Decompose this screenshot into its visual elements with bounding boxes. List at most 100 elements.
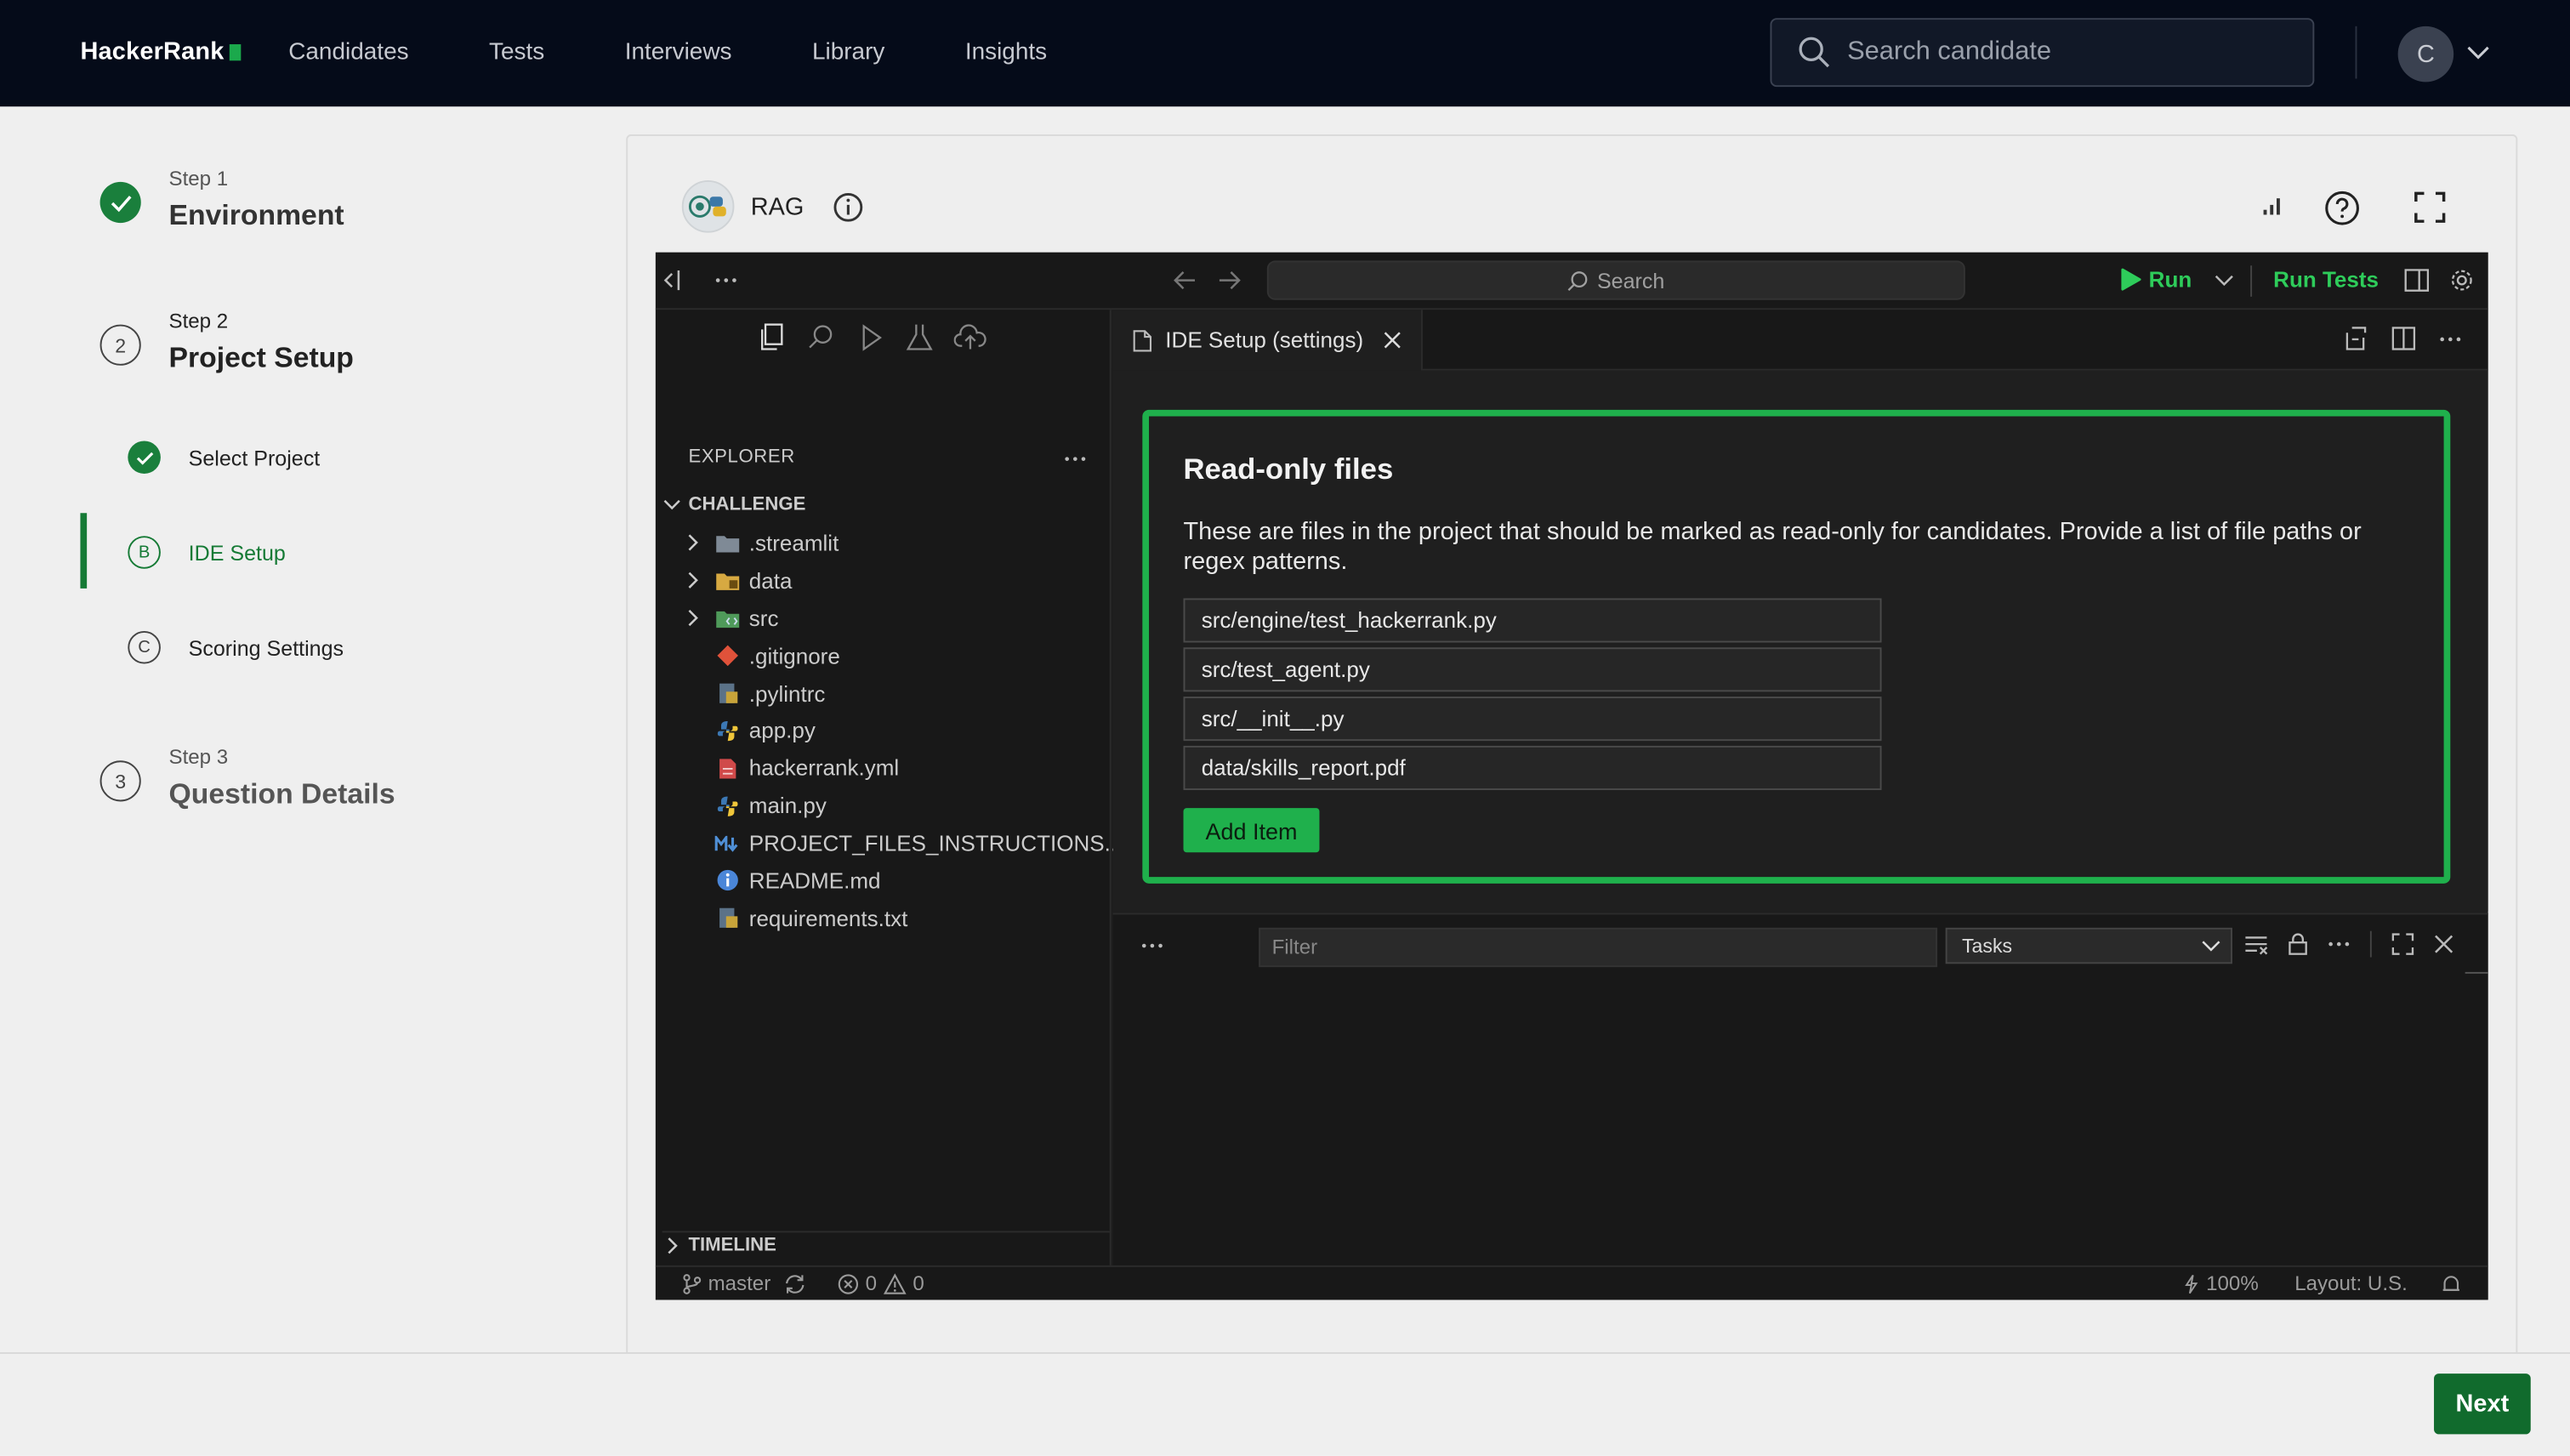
- folder-src-icon: [714, 607, 741, 630]
- card-header: RAG: [681, 180, 863, 233]
- tree-item-gitignore[interactable]: .gitignore: [656, 637, 1112, 674]
- readonly-description: These are files in the project that shou…: [1183, 518, 2362, 576]
- readonly-item-input[interactable]: src/__init__.py: [1183, 697, 1882, 742]
- nav-library[interactable]: Library: [812, 39, 884, 65]
- tasks-dropdown[interactable]: Tasks: [1945, 927, 2232, 964]
- warning-icon: [883, 1272, 907, 1294]
- nav-insights[interactable]: Insights: [965, 39, 1047, 65]
- substep-select-project[interactable]: Select Project: [189, 446, 321, 470]
- more-icon[interactable]: [2328, 941, 2351, 947]
- problems-status[interactable]: 0 0: [838, 1272, 924, 1295]
- substep-scoring-settings[interactable]: Scoring Settings: [189, 636, 344, 661]
- split-editor-icon[interactable]: [2391, 327, 2416, 351]
- tree-item-requirements[interactable]: requirements.txt: [656, 900, 1112, 937]
- step-1[interactable]: Step 1 Environment: [169, 168, 344, 233]
- branch-status[interactable]: master: [682, 1272, 807, 1295]
- timeline-label: TIMELINE: [688, 1236, 776, 1256]
- forward-arrow-icon[interactable]: [1218, 270, 1241, 290]
- zoom-status[interactable]: 100%: [2183, 1272, 2259, 1295]
- more-icon[interactable]: [2439, 327, 2462, 351]
- close-icon[interactable]: [1383, 331, 1401, 349]
- step-3[interactable]: Step 3 Question Details: [169, 746, 395, 811]
- toggle-sidebar-icon[interactable]: [663, 269, 687, 292]
- tree-item-label: main.py: [748, 793, 827, 819]
- help-icon[interactable]: [2324, 191, 2360, 226]
- tree-item-main-py[interactable]: main.py: [656, 788, 1112, 825]
- nav-tests[interactable]: Tests: [489, 39, 544, 65]
- step3-label: Step 3: [168, 745, 229, 769]
- back-arrow-icon[interactable]: [1174, 270, 1197, 290]
- tree-item-hackerrank-yml[interactable]: hackerrank.yml: [656, 749, 1112, 787]
- run-debug-icon[interactable]: [856, 323, 885, 353]
- add-item-button[interactable]: Add Item: [1183, 808, 1320, 853]
- tree-item-streamlit[interactable]: .streamlit: [656, 525, 1112, 562]
- command-search[interactable]: Search: [1266, 260, 1965, 300]
- hackerrank-logo[interactable]: HackerRank: [80, 37, 241, 65]
- bell-icon[interactable]: [2441, 1274, 2462, 1295]
- tab-ide-setup[interactable]: IDE Setup (settings): [1112, 310, 1423, 371]
- step-2[interactable]: Step 2 Project Setup: [169, 310, 354, 375]
- fullscreen-icon[interactable]: [2414, 191, 2446, 223]
- run-tests-button[interactable]: Run Tests: [2273, 267, 2379, 292]
- chevron-right-icon: [688, 572, 698, 589]
- yaml-icon: [714, 757, 741, 780]
- tree-item-label: .streamlit: [748, 531, 839, 556]
- more-icon[interactable]: [1140, 942, 1163, 949]
- tasks-label: Tasks: [1961, 934, 2013, 958]
- keyboard-layout[interactable]: Layout: U.S.: [2294, 1272, 2408, 1295]
- footer-bar: [0, 1352, 2570, 1456]
- beaker-icon[interactable]: [905, 323, 935, 353]
- editor-tabs: IDE Setup (settings): [1112, 310, 2488, 371]
- sync-icon[interactable]: [784, 1273, 807, 1294]
- tree-item-data[interactable]: data: [656, 562, 1112, 600]
- cloud-upload-icon[interactable]: [953, 323, 987, 353]
- file-icon: [1133, 329, 1152, 351]
- lock-icon[interactable]: [2289, 933, 2308, 956]
- files-icon[interactable]: [757, 323, 787, 353]
- tree-item-readme[interactable]: README.md: [656, 862, 1112, 900]
- more-icon[interactable]: [1064, 456, 1087, 463]
- tree-item-project-files-instructions[interactable]: PROJECT_FILES_INSTRUCTIONS...: [656, 825, 1123, 862]
- split-layout-icon[interactable]: [2404, 269, 2430, 292]
- output-filter-input[interactable]: Filter: [1259, 927, 1938, 968]
- search-candidate-input[interactable]: Search candidate: [1770, 18, 2315, 88]
- readonly-item-input[interactable]: src/test_agent.py: [1183, 647, 1882, 692]
- maximize-panel-icon[interactable]: [2391, 933, 2414, 956]
- tree-item-pylintrc[interactable]: .pylintrc: [656, 674, 1112, 712]
- clear-output-icon[interactable]: [2243, 934, 2268, 955]
- open-changes-icon[interactable]: [2344, 327, 2368, 351]
- close-icon[interactable]: [2434, 935, 2453, 954]
- nav-interviews[interactable]: Interviews: [625, 39, 732, 65]
- avatar[interactable]: C: [2397, 26, 2454, 82]
- run-button[interactable]: Run: [2119, 267, 2234, 292]
- more-icon[interactable]: [714, 277, 737, 284]
- play-icon: [2121, 268, 2141, 291]
- readonly-item-input[interactable]: src/engine/test_hackerrank.py: [1183, 598, 1882, 643]
- tree-item-app-py[interactable]: app.py: [656, 712, 1112, 749]
- next-button[interactable]: Next: [2434, 1374, 2531, 1435]
- gear-icon[interactable]: [2448, 267, 2475, 293]
- timeline-section[interactable]: TIMELINE: [662, 1231, 1112, 1255]
- error-count: 0: [865, 1271, 878, 1295]
- python-icon: [714, 794, 741, 817]
- settings-editor: Read-only files These are files in the p…: [1112, 370, 2488, 912]
- info-icon[interactable]: [832, 191, 863, 223]
- folder-challenge[interactable]: CHALLENGE: [662, 495, 806, 515]
- file-tree: .streamlit data src .gitignore .pylintrc: [656, 525, 1123, 937]
- warning-count: 0: [913, 1271, 924, 1295]
- chevron-down-icon[interactable]: [2215, 273, 2234, 286]
- tree-item-label: app.py: [748, 718, 816, 743]
- folder-challenge-label: CHALLENGE: [688, 495, 806, 515]
- search-icon[interactable]: [806, 323, 836, 353]
- readonly-title: Read-only files: [1183, 452, 1394, 486]
- readonly-item-input[interactable]: data/skills_report.pdf: [1183, 745, 1882, 790]
- step3-number: 3: [100, 760, 141, 802]
- scroll-indicator: [2465, 971, 2488, 974]
- substep-ide-setup[interactable]: IDE Setup: [189, 541, 286, 566]
- nav-candidates[interactable]: Candidates: [288, 39, 408, 65]
- tree-item-src[interactable]: src: [656, 600, 1112, 637]
- zoom-level: 100%: [2206, 1271, 2259, 1295]
- chevron-down-icon[interactable]: [2467, 43, 2490, 62]
- git-branch-icon: [683, 1273, 702, 1294]
- python-icon: [714, 719, 741, 742]
